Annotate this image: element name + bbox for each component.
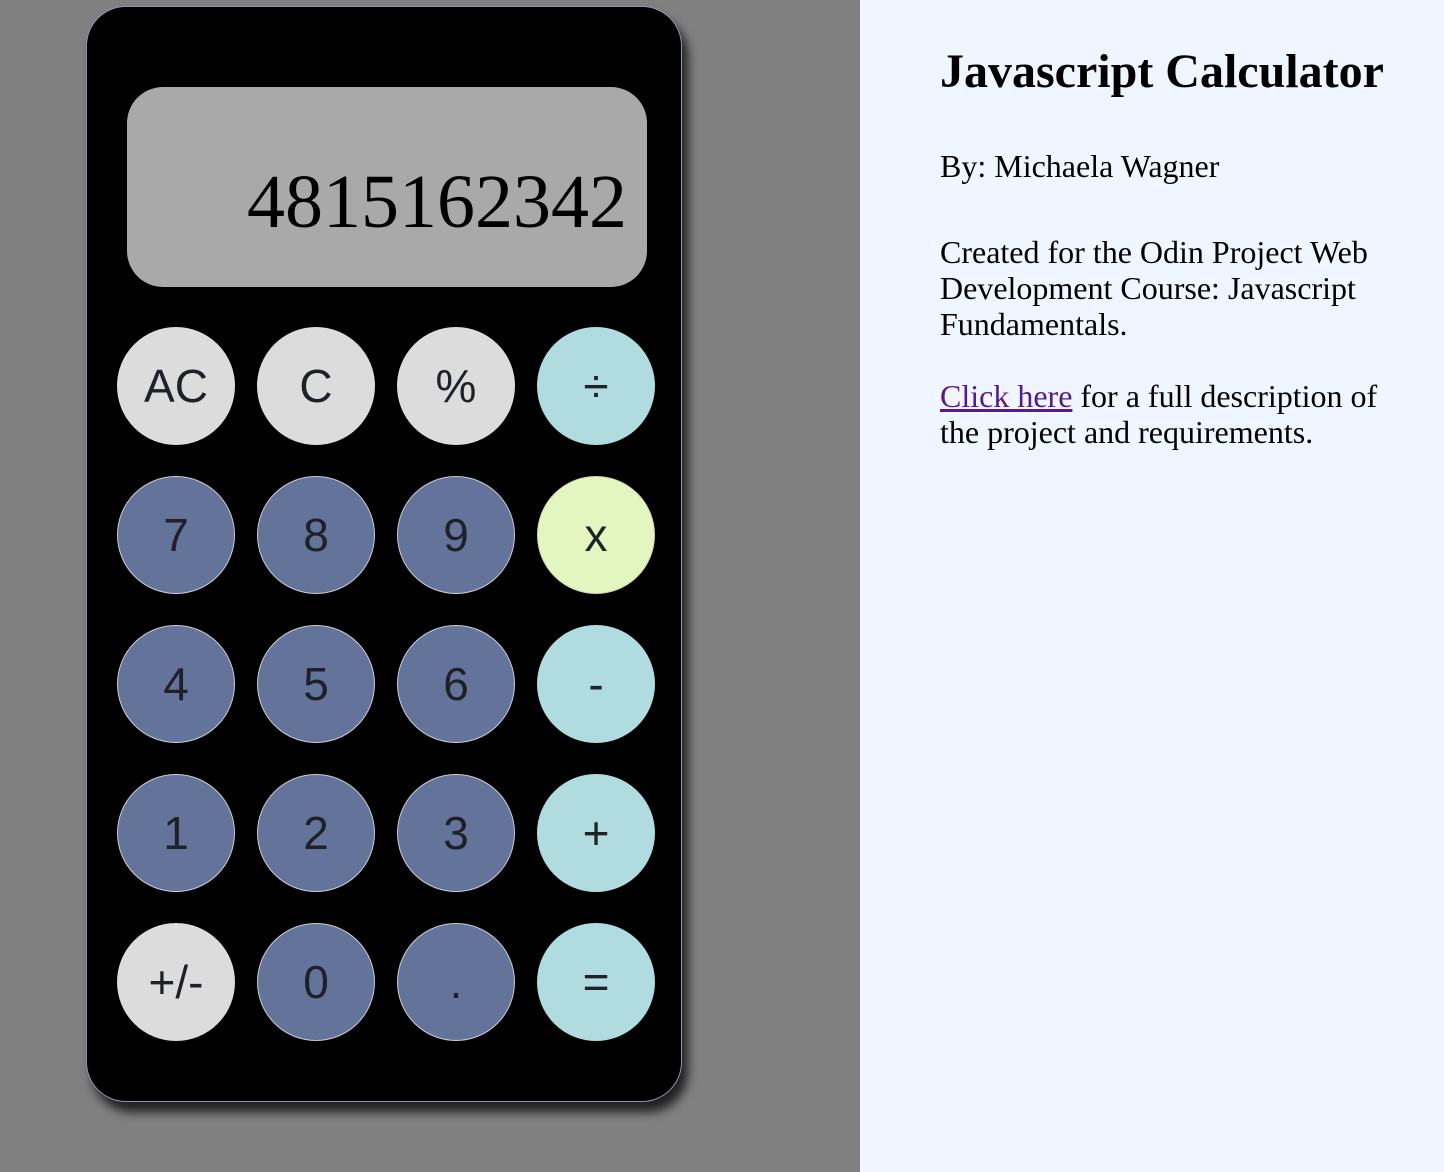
multiply-button[interactable]: x (537, 476, 655, 594)
project-description: Created for the Odin Project Web Develop… (940, 234, 1368, 342)
add-button[interactable]: + (537, 774, 655, 892)
description-link-paragraph: Click here for a full description of the… (940, 378, 1400, 450)
keypad: AC C% ÷ 7 8 9 x 4 5 6- 1 2 3 + +/- 0. = (117, 327, 657, 1041)
equals-button[interactable]: = (537, 923, 655, 1041)
all-clear-button[interactable]: AC (117, 327, 235, 445)
sign-toggle-button[interactable]: +/- (117, 923, 235, 1041)
display-value: 4815162342 (247, 160, 627, 244)
click-here-link[interactable]: Click here (940, 378, 1072, 414)
decimal-button[interactable]: . (397, 923, 515, 1041)
digit-7-button[interactable]: 7 (117, 476, 235, 594)
clear-button[interactable]: C (257, 327, 375, 445)
page-title: Javascript Calculator (940, 45, 1384, 98)
calculator-display: 4815162342 (127, 87, 647, 287)
project-info: Javascript Calculator By: Michaela Wagne… (940, 44, 1400, 450)
divide-button[interactable]: ÷ (537, 327, 655, 445)
digit-9-button[interactable]: 9 (397, 476, 515, 594)
digit-8-button[interactable]: 8 (257, 476, 375, 594)
subtract-button[interactable]: - (537, 625, 655, 743)
digit-0-button[interactable]: 0 (257, 923, 375, 1041)
calculator: 4815162342 AC C% ÷ 7 8 9 x 4 5 6- 1 2 3 + +/- 0. = (86, 6, 682, 1102)
digit-3-button[interactable]: 3 (397, 774, 515, 892)
digit-2-button[interactable]: 2 (257, 774, 375, 892)
percent-button[interactable]: % (397, 327, 515, 445)
author-byline: By: Michaela Wagner (940, 148, 1220, 184)
digit-6-button[interactable]: 6 (397, 625, 515, 743)
digit-1-button[interactable]: 1 (117, 774, 235, 892)
digit-4-button[interactable]: 4 (117, 625, 235, 743)
digit-5-button[interactable]: 5 (257, 625, 375, 743)
